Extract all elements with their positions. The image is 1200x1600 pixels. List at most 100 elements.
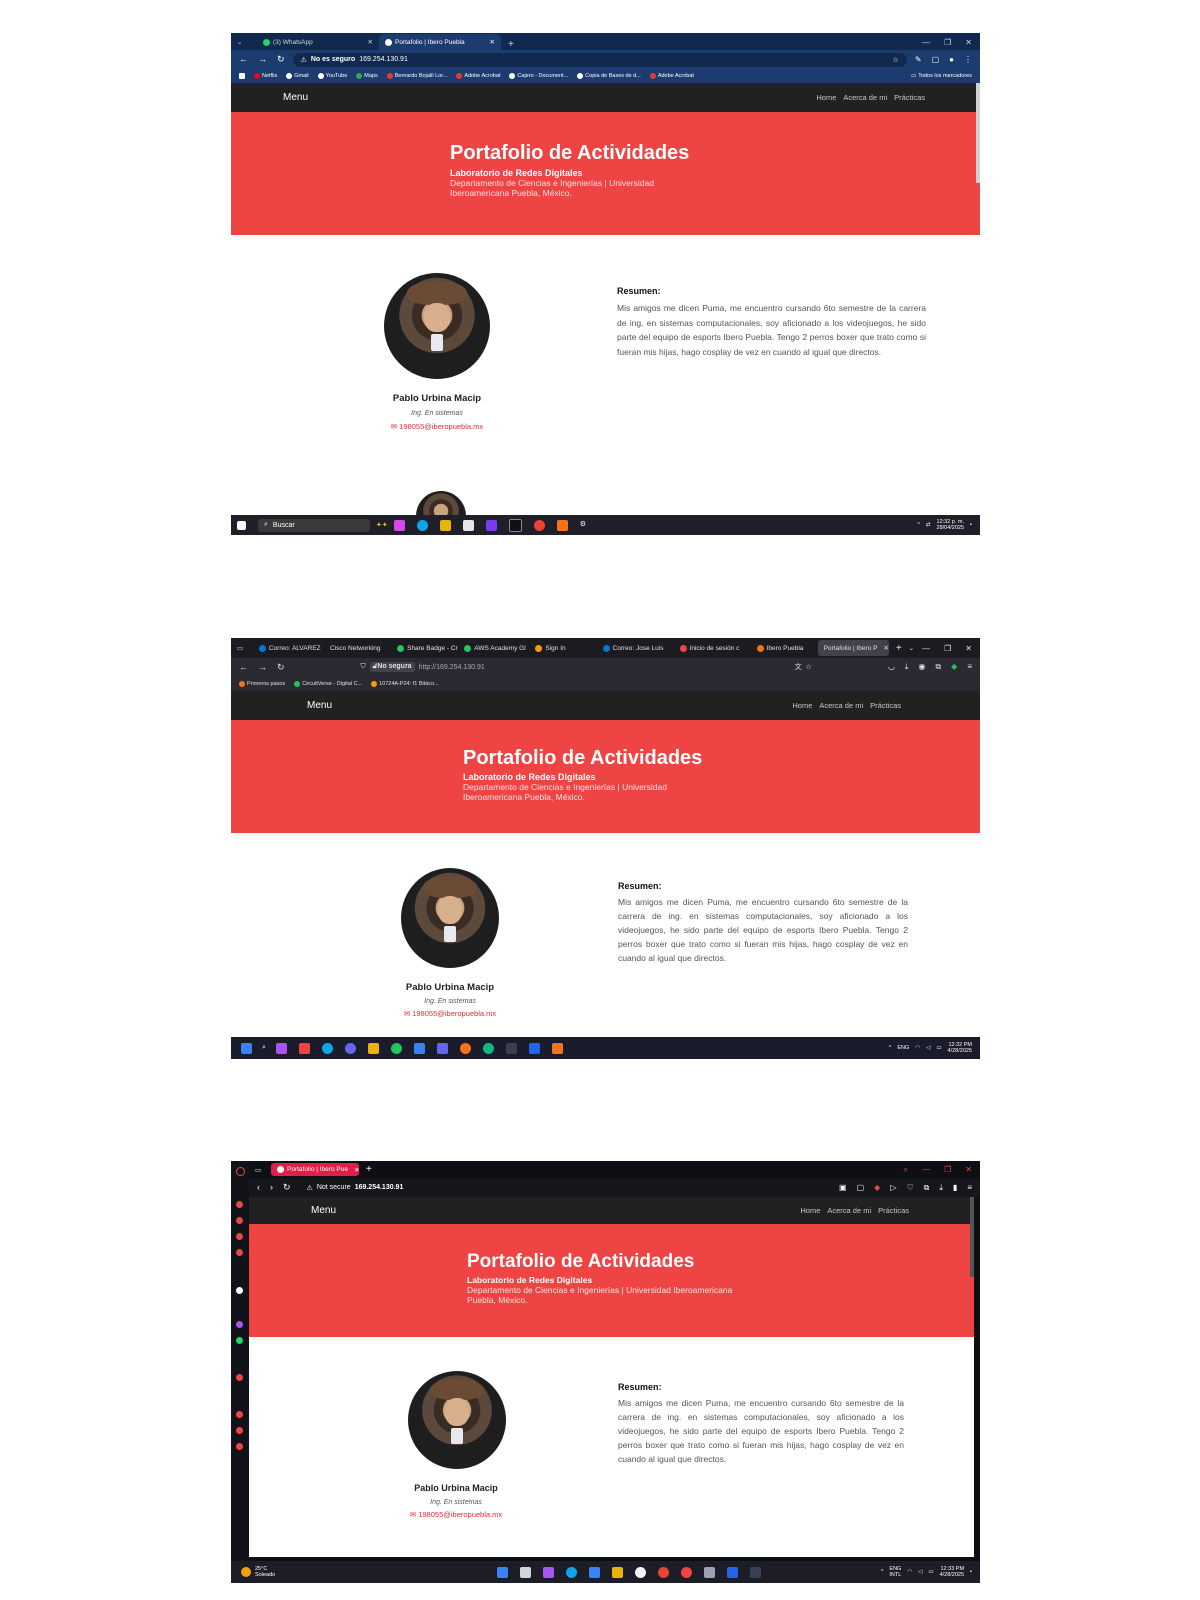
play-icon[interactable]: ▷	[890, 1183, 896, 1193]
edge-icon[interactable]	[566, 1566, 578, 1578]
minimize-icon[interactable]: —	[922, 38, 930, 47]
whatsapp-icon[interactable]	[236, 1337, 243, 1344]
scrollbar[interactable]	[970, 1197, 974, 1277]
new-tab-button[interactable]: +	[501, 39, 521, 50]
notification-icon[interactable]: ▪	[970, 1569, 972, 1575]
extensions-icon[interactable]: ▢	[932, 55, 940, 64]
tab-whatsapp[interactable]: (3) WhatsApp ✕	[257, 34, 379, 50]
heart-icon[interactable]: ♡	[906, 1183, 913, 1193]
sidebar-icon[interactable]	[236, 1217, 243, 1224]
clock[interactable]: 12:32 PM 4/28/2025	[948, 1042, 972, 1054]
nav-home[interactable]: Home	[800, 1206, 820, 1215]
app-icon[interactable]	[344, 1042, 356, 1054]
vpn-icon[interactable]: ◆	[951, 662, 957, 672]
tab-portafolio[interactable]: Portafolio | Ibero Puebla ✕	[379, 34, 501, 50]
url-field[interactable]: ⚠ Not secure 169.254.130.91	[299, 1181, 832, 1195]
nav-home[interactable]: Home	[816, 93, 836, 102]
gear-icon[interactable]	[704, 1566, 716, 1578]
extensions-icon[interactable]: ⧉	[935, 662, 941, 672]
clock[interactable]: 12:33 PM 4/28/2025	[940, 1566, 964, 1578]
minimize-icon[interactable]: —	[922, 644, 930, 653]
camera-icon[interactable]: ▣	[839, 1183, 847, 1193]
sidebar-icon[interactable]	[236, 1233, 243, 1240]
edge-icon[interactable]	[321, 1042, 333, 1054]
shield-icon[interactable]: ⛉	[361, 663, 366, 671]
terminal-icon[interactable]	[505, 1042, 517, 1054]
notification-icon[interactable]: ▪	[970, 522, 972, 528]
app-icon[interactable]	[543, 1566, 555, 1578]
chatgpt-icon[interactable]	[482, 1042, 494, 1054]
url-field[interactable]: ⛉ 🔓︎No segura http://169.254.130.91 文 ☆	[353, 660, 820, 674]
taskbar-search[interactable]: ⌕ Buscar	[258, 518, 370, 532]
bookmark-item[interactable]: 10724A-P24: f1 Bitáco...	[371, 680, 439, 687]
windows-start-icon[interactable]	[497, 1566, 509, 1578]
bookmark-item[interactable]: Maps	[356, 73, 378, 79]
shield-icon[interactable]	[727, 1566, 739, 1578]
xbox-icon[interactable]	[390, 1042, 402, 1054]
pen-icon[interactable]: ✎	[915, 55, 922, 64]
windows-start-icon[interactable]	[237, 520, 246, 530]
security-label[interactable]: No es seguro	[311, 56, 355, 63]
profile-email[interactable]: ✉ 198055@iberopuebla.mx	[337, 422, 537, 431]
terminal-icon[interactable]	[750, 1566, 762, 1578]
tab-item[interactable]: Correo: Jose Luis	[597, 640, 674, 656]
tab-item[interactable]: Ibero Puebla	[751, 640, 818, 656]
chrome-icon[interactable]	[533, 519, 545, 531]
tab-item[interactable]: Correo: ALVAREZ	[253, 640, 324, 656]
opera-logo-icon[interactable]	[236, 1167, 245, 1176]
search-icon[interactable]: ⌕	[262, 1044, 266, 1052]
sidebar-icon[interactable]	[236, 1427, 243, 1434]
tab-item[interactable]: Sign In	[529, 640, 596, 656]
avatar[interactable]: ●	[949, 55, 954, 64]
nav-brand[interactable]: Menu	[283, 92, 308, 103]
translate-icon[interactable]: 文	[795, 662, 802, 672]
tab-list-icon[interactable]: ▭	[231, 640, 253, 656]
folder-icon[interactable]	[367, 1042, 379, 1054]
sidebar-icon[interactable]	[236, 1374, 243, 1381]
extensions-icon[interactable]: ⧉	[924, 1183, 930, 1193]
close-icon[interactable]: ✕	[351, 1166, 359, 1174]
network-icon[interactable]: ⇄	[926, 522, 931, 528]
sidebar-icon[interactable]	[236, 1201, 243, 1208]
all-bookmarks[interactable]: ▭ Todos los marcadores	[911, 73, 972, 79]
battery-icon[interactable]: ▭	[936, 1045, 941, 1051]
pocket-icon[interactable]: ◡	[888, 662, 895, 672]
reload-icon[interactable]: ↻	[277, 54, 285, 65]
language-indicator[interactable]: ENG	[897, 1045, 909, 1051]
reload-icon[interactable]: ↻	[277, 662, 285, 673]
profile-email[interactable]: ✉ 198055@iberopuebla.mx	[350, 1009, 550, 1018]
download-icon[interactable]: ⤓	[939, 1183, 943, 1193]
folder-icon[interactable]	[612, 1566, 624, 1578]
star-icon[interactable]: ☆	[893, 56, 899, 64]
profile-email[interactable]: ✉ 198055@iberopuebla.mx	[356, 1510, 556, 1519]
forward-icon[interactable]: ›	[270, 1182, 273, 1193]
history-icon[interactable]	[236, 1411, 243, 1418]
terminal-icon[interactable]	[508, 518, 522, 532]
nav-about[interactable]: Acerca de mi	[843, 93, 887, 102]
menu-icon[interactable]: ⋮	[964, 55, 972, 64]
tab-item[interactable]: Inicio de sesión c	[674, 640, 751, 656]
reload-icon[interactable]: ↻	[283, 1182, 291, 1193]
chrome-icon[interactable]	[658, 1566, 670, 1578]
copilot-icon[interactable]: ✦✦	[376, 521, 388, 529]
forward-icon[interactable]: →	[258, 54, 267, 65]
battery-icon[interactable]: ▮	[953, 1183, 957, 1193]
app-icon[interactable]	[393, 519, 405, 531]
close-icon[interactable]: ✕	[965, 38, 972, 47]
language-indicator[interactable]: ENG INTL	[889, 1566, 901, 1578]
new-tab-button[interactable]: +	[889, 643, 909, 654]
tab-portafolio[interactable]: Portafolio | Ibero Pue ✕	[271, 1163, 359, 1176]
security-label[interactable]: 🔓︎No segura	[369, 662, 415, 672]
youtube-icon[interactable]	[298, 1042, 310, 1054]
menu-icon[interactable]: ≡	[967, 1183, 972, 1193]
nav-home[interactable]: Home	[792, 701, 812, 710]
nav-brand[interactable]: Menu	[311, 1205, 336, 1216]
bookmark-item[interactable]: Adobe Acrobat	[456, 73, 500, 79]
tab-item[interactable]: Cisco Networking	[324, 640, 391, 656]
back-icon[interactable]: ←	[239, 662, 248, 673]
close-icon[interactable]: ✕	[482, 38, 495, 46]
bookmark-item[interactable]: Bernardo Bojalil Lor...	[386, 73, 447, 79]
sidebar-icon[interactable]	[236, 1287, 243, 1294]
scrollbar[interactable]	[976, 83, 980, 183]
battery-icon[interactable]: ▭	[928, 1569, 933, 1575]
